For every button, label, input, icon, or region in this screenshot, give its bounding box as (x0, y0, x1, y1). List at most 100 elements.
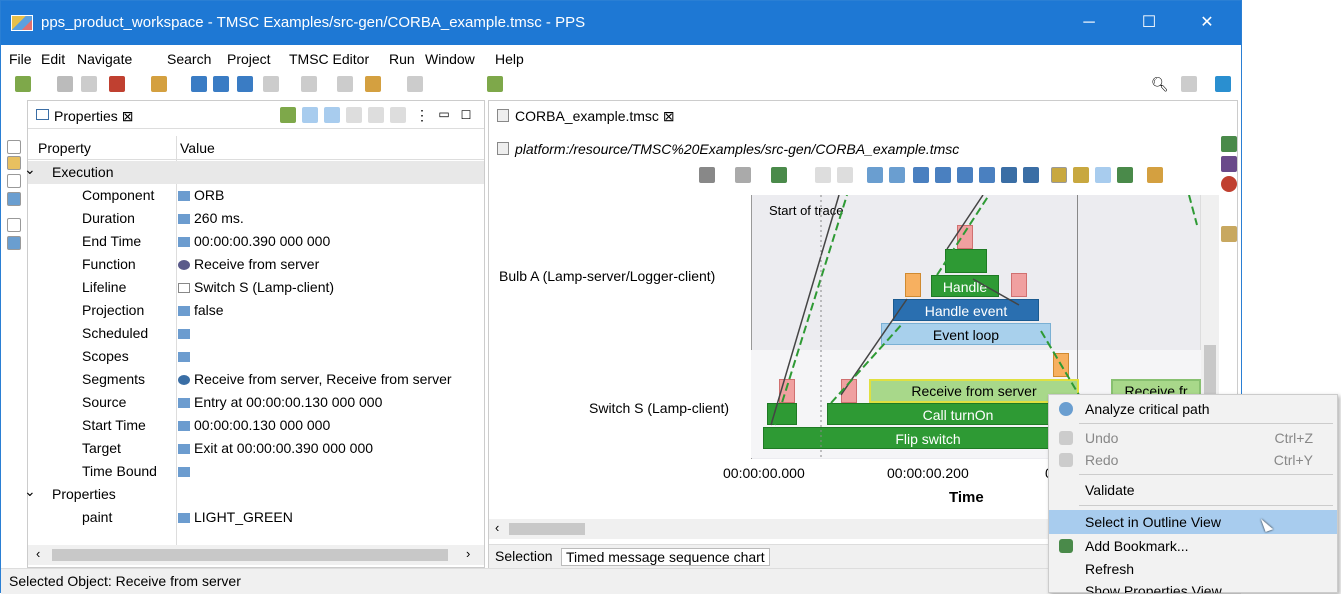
save-icon[interactable] (57, 76, 73, 92)
open-perspective-icon[interactable] (1181, 76, 1197, 92)
forward-icon[interactable] (407, 76, 423, 92)
package-explorer-icon[interactable] (7, 156, 21, 170)
zoom-reset-icon[interactable] (979, 167, 995, 183)
property-row[interactable]: Lifeline Switch S (Lamp-client) (28, 276, 484, 299)
col-property[interactable]: Property (38, 140, 91, 156)
wand-icon[interactable] (151, 76, 167, 92)
zoom-out-icon[interactable] (935, 167, 951, 183)
search-icon[interactable]: 🔍︎ (1151, 76, 1169, 92)
message-arrow[interactable] (830, 322, 904, 404)
maximize-button[interactable]: ☐ (1127, 9, 1171, 37)
menu-show-properties-view[interactable]: Show Properties View (1049, 579, 1337, 593)
back-icon[interactable] (815, 167, 831, 183)
minimize-button[interactable]: ─ (1067, 9, 1111, 37)
scroll-thumb[interactable] (509, 523, 585, 535)
layout-icon[interactable] (699, 167, 715, 183)
tab-timed-message-sequence-chart[interactable]: Timed message sequence chart (561, 548, 770, 566)
editor-tab[interactable]: CORBA_example.tmsc ⊠ (489, 101, 1237, 129)
menu-help[interactable]: Help (495, 51, 524, 67)
filter-icon[interactable] (324, 107, 340, 123)
zoom-selection-icon[interactable] (889, 167, 905, 183)
filter-icon[interactable] (735, 167, 751, 183)
menu-search[interactable]: Search (167, 51, 211, 67)
property-row[interactable]: Target Exit at 00:00:00.390 000 000 (28, 437, 484, 460)
timer-icon[interactable] (1095, 167, 1111, 183)
save-all-icon[interactable] (81, 76, 97, 92)
property-row[interactable]: Scopes (28, 345, 484, 368)
scroll-thumb[interactable] (52, 549, 448, 561)
chevron-down-icon[interactable]: ⌄ (24, 161, 36, 178)
message-arrow[interactable] (936, 195, 990, 276)
group-properties[interactable]: ⌄ Properties (24, 483, 484, 506)
property-row[interactable]: Scheduled (28, 322, 484, 345)
menu-navigate[interactable]: Navigate (77, 51, 132, 67)
message-arrow[interactable] (774, 195, 848, 426)
advanced-icon[interactable] (390, 107, 406, 123)
perspective-icon[interactable] (1215, 76, 1231, 92)
pencil-icon[interactable] (1051, 167, 1067, 183)
minimize-view-icon[interactable]: ▭ (436, 107, 452, 123)
window-icon[interactable] (237, 76, 253, 92)
tab-selection[interactable]: Selection (495, 548, 553, 564)
open-task-icon[interactable] (487, 76, 503, 92)
chevron-down-icon[interactable]: ⌄ (24, 483, 36, 500)
zoom-icon[interactable] (957, 167, 973, 183)
menu-undo[interactable]: Undo Ctrl+Z (1049, 426, 1337, 450)
menu-redo[interactable]: Redo Ctrl+Y (1049, 448, 1337, 472)
back-icon[interactable] (337, 76, 353, 92)
property-row[interactable]: Time Bound (28, 460, 484, 483)
restore-icon-3[interactable] (7, 218, 21, 232)
property-row[interactable]: Component ORB (28, 184, 484, 207)
chart-hscrollbar[interactable]: ‹ (489, 519, 1049, 539)
menu-edit[interactable]: Edit (41, 51, 65, 67)
maximize-view-icon[interactable]: ☐ (458, 107, 474, 123)
chart-view-icon[interactable] (1221, 136, 1237, 152)
property-row[interactable]: Start Time 00:00:00.130 000 000 (28, 414, 484, 437)
message-arrow[interactable] (770, 195, 840, 426)
new-icon[interactable] (15, 76, 31, 92)
close-button[interactable]: ✕ (1185, 9, 1229, 37)
forward-history-icon[interactable] (365, 76, 381, 92)
scroll-right-icon[interactable]: › (466, 546, 470, 561)
outline-icon[interactable] (7, 236, 21, 250)
forward-icon[interactable] (837, 167, 853, 183)
restore-icon-2[interactable] (7, 174, 21, 188)
col-value[interactable]: Value (180, 140, 215, 156)
menu-add-bookmark[interactable]: Add Bookmark... (1049, 534, 1337, 558)
restore-icon[interactable] (7, 140, 21, 154)
message-arrow[interactable] (1040, 330, 1080, 396)
menu-file[interactable]: File (9, 51, 32, 67)
message-arrow[interactable] (946, 195, 984, 250)
collapse-icon[interactable] (346, 107, 362, 123)
property-row[interactable]: Source Entry at 00:00:00.130 000 000 (28, 391, 484, 414)
message-arrow[interactable] (1188, 195, 1198, 226)
connection-icon[interactable] (1221, 156, 1237, 172)
menu-refresh[interactable]: Refresh (1049, 557, 1337, 581)
property-row[interactable]: paint LIGHT_GREEN (28, 506, 484, 529)
pin-icon[interactable] (280, 107, 296, 123)
expand-icon[interactable] (368, 107, 384, 123)
extra-icon[interactable] (1147, 167, 1163, 183)
menu-project[interactable]: Project (227, 51, 271, 67)
next-annotation-icon[interactable] (301, 76, 317, 92)
zoom-fit-icon[interactable] (867, 167, 883, 183)
annotation-icon[interactable] (263, 76, 279, 92)
property-row[interactable]: Function Receive from server (28, 253, 484, 276)
menu-select-in-outline-view[interactable]: Select in Outline View (1049, 510, 1337, 534)
navigator-icon[interactable] (7, 192, 21, 206)
scroll-left-icon[interactable]: ‹ (36, 546, 40, 561)
menu-analyze-critical-path[interactable]: Analyze critical path (1049, 397, 1337, 421)
columns-icon[interactable] (213, 76, 229, 92)
properties-tab[interactable]: Properties ⊠ ⋮ ▭ ☐ (28, 101, 484, 129)
menu-tmsc-editor[interactable]: TMSC Editor (289, 51, 369, 67)
scroll-left-icon[interactable]: ‹ (495, 520, 499, 535)
layout-icon[interactable] (191, 76, 207, 92)
run-icon[interactable] (1117, 167, 1133, 183)
group-execution[interactable]: ⌄ Execution (24, 161, 484, 185)
menu-validate[interactable]: Validate (1049, 478, 1337, 502)
horizontal-scrollbar[interactable]: ‹ › (28, 545, 484, 565)
task-icon[interactable] (1221, 226, 1237, 242)
message-arrow[interactable] (972, 278, 1020, 306)
annotate-icon[interactable] (1073, 167, 1089, 183)
error-icon[interactable] (1221, 176, 1237, 192)
